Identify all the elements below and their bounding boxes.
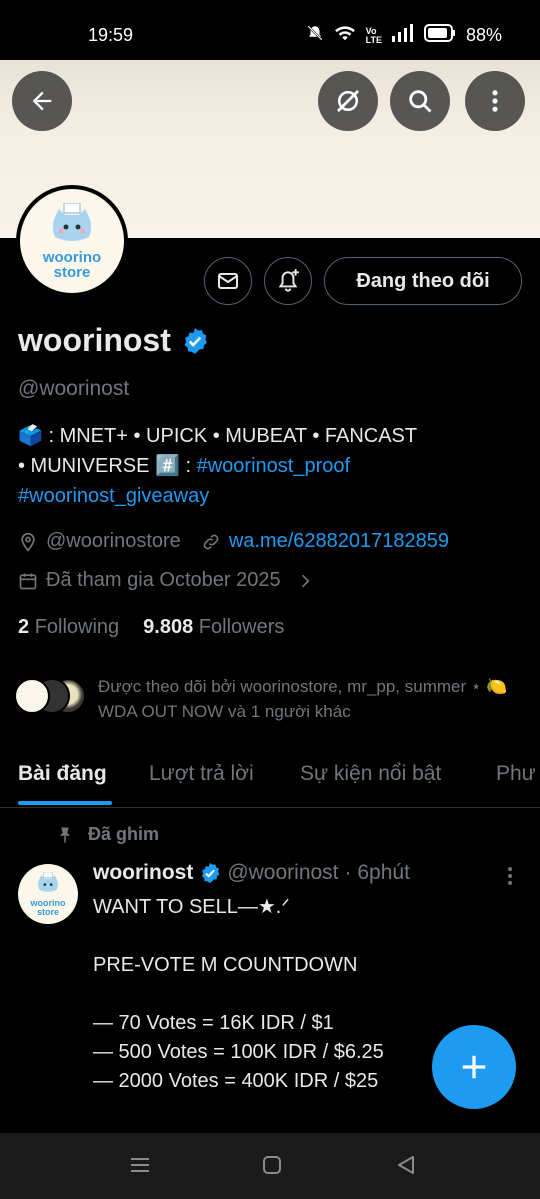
- grok-icon: [337, 90, 359, 112]
- cat-mascot-icon: [38, 871, 58, 892]
- tab-media[interactable]: Phư: [496, 762, 536, 786]
- cat-mascot-icon: [52, 202, 91, 241]
- pinned-label: Đã ghim: [88, 824, 160, 844]
- status-bar: 19:59 Vo LTE 88%: [0, 0, 540, 60]
- chevron-right-icon: [301, 574, 310, 587]
- signal-icon: [391, 24, 414, 47]
- profile-avatar[interactable]: woorino store: [16, 185, 128, 297]
- back-nav-icon[interactable]: [394, 1153, 418, 1177]
- follower-avatar: [14, 678, 50, 714]
- arrow-left-icon: [32, 91, 52, 111]
- calendar-icon: [19, 573, 37, 589]
- back-button[interactable]: [12, 71, 72, 131]
- search-button[interactable]: [390, 71, 450, 131]
- verified-badge-icon: [184, 327, 207, 354]
- plus-icon: [462, 1055, 486, 1079]
- more-options-button[interactable]: [465, 71, 525, 131]
- battery-icon: [423, 24, 456, 47]
- profile-bio: 🗳️ : MNET+ • UPICK • MUBEAT • FANCAST • …: [18, 425, 418, 507]
- more-vertical-icon: [492, 90, 498, 112]
- pin-icon: [59, 827, 71, 842]
- recent-apps-icon[interactable]: [128, 1153, 152, 1177]
- website-link[interactable]: wa.me/62882017182859: [229, 530, 449, 553]
- followed-by-row[interactable]: Được theo dõi bởi woorinostore, mr_pp, s…: [14, 674, 518, 724]
- ballot-box-emoji: 🗳️: [18, 425, 43, 447]
- message-button[interactable]: [204, 257, 252, 305]
- status-time: 19:59: [88, 25, 134, 45]
- tweet-author-name[interactable]: woorinost: [93, 861, 193, 885]
- volte-icon: Vo LTE: [365, 25, 382, 45]
- link-icon: [203, 534, 219, 549]
- search-icon: [409, 90, 432, 113]
- tweet-author-handle: @woorinost: [227, 861, 339, 884]
- tab-highlights[interactable]: Sự kiện nổi bật: [300, 762, 441, 786]
- compose-button[interactable]: [432, 1025, 516, 1109]
- tab-replies[interactable]: Lượt trả lời: [149, 762, 254, 786]
- tweet-time: · 6phút: [344, 861, 410, 884]
- avatar-text-1: woorino: [42, 248, 102, 266]
- follow-counts: 2 Following 9.808 Followers: [18, 616, 284, 639]
- profile-name-row: woorinost: [18, 322, 209, 359]
- location-text: @woorinostore: [46, 530, 181, 552]
- hashtag-proof-link[interactable]: #woorinost_proof: [197, 455, 350, 477]
- following-button[interactable]: Đang theo dõi: [324, 257, 522, 305]
- tweet-more-button[interactable]: [500, 864, 520, 893]
- hash-keycap-emoji: #️⃣: [155, 455, 180, 477]
- tweet-text: WANT TO SELL—★.ᐟ PRE-VOTE M COUNTDOWN — …: [93, 896, 384, 1092]
- pinned-label-row: Đã ghim: [56, 824, 159, 845]
- battery-percent: 88%: [465, 25, 502, 45]
- tweet-avatar[interactable]: woorino store: [18, 864, 78, 924]
- grok-button[interactable]: [318, 71, 378, 131]
- mute-icon: [306, 24, 324, 47]
- followers-count[interactable]: 9.808 Followers: [143, 616, 284, 639]
- profile-meta-row: @woorinostore wa.me/62882017182859: [18, 530, 449, 553]
- profile-tabs: Bài đăng Lượt trả lời Sự kiện nổi bật Ph…: [0, 752, 540, 808]
- bell-plus-icon: [278, 269, 299, 292]
- home-icon[interactable]: [260, 1153, 284, 1177]
- profile-name: woorinost: [18, 322, 171, 358]
- notify-button[interactable]: [264, 257, 312, 305]
- avatar-text-2: store: [53, 263, 91, 281]
- following-count[interactable]: 2 Following: [18, 616, 119, 639]
- followed-by-text: Được theo dõi bởi woorinostore, mr_pp, s…: [98, 677, 508, 721]
- active-tab-indicator: [18, 801, 112, 805]
- hashtag-giveaway-link[interactable]: #woorinost_giveaway: [18, 485, 209, 507]
- verified-badge-icon: [202, 862, 220, 884]
- follower-avatars: [14, 674, 86, 714]
- system-nav-bar: [0, 1133, 540, 1199]
- tweet-header: woorinost @woorinost · 6phút: [93, 861, 410, 885]
- tab-posts[interactable]: Bài đăng: [18, 762, 107, 786]
- profile-handle: @woorinost: [18, 377, 130, 400]
- location-pin-icon: [21, 532, 35, 552]
- wifi-icon: [334, 24, 356, 47]
- more-vertical-icon: [508, 867, 512, 885]
- envelope-icon: [218, 273, 238, 289]
- joined-row[interactable]: Đã tham gia October 2025: [18, 569, 315, 592]
- joined-text: Đã tham gia October 2025: [46, 569, 281, 591]
